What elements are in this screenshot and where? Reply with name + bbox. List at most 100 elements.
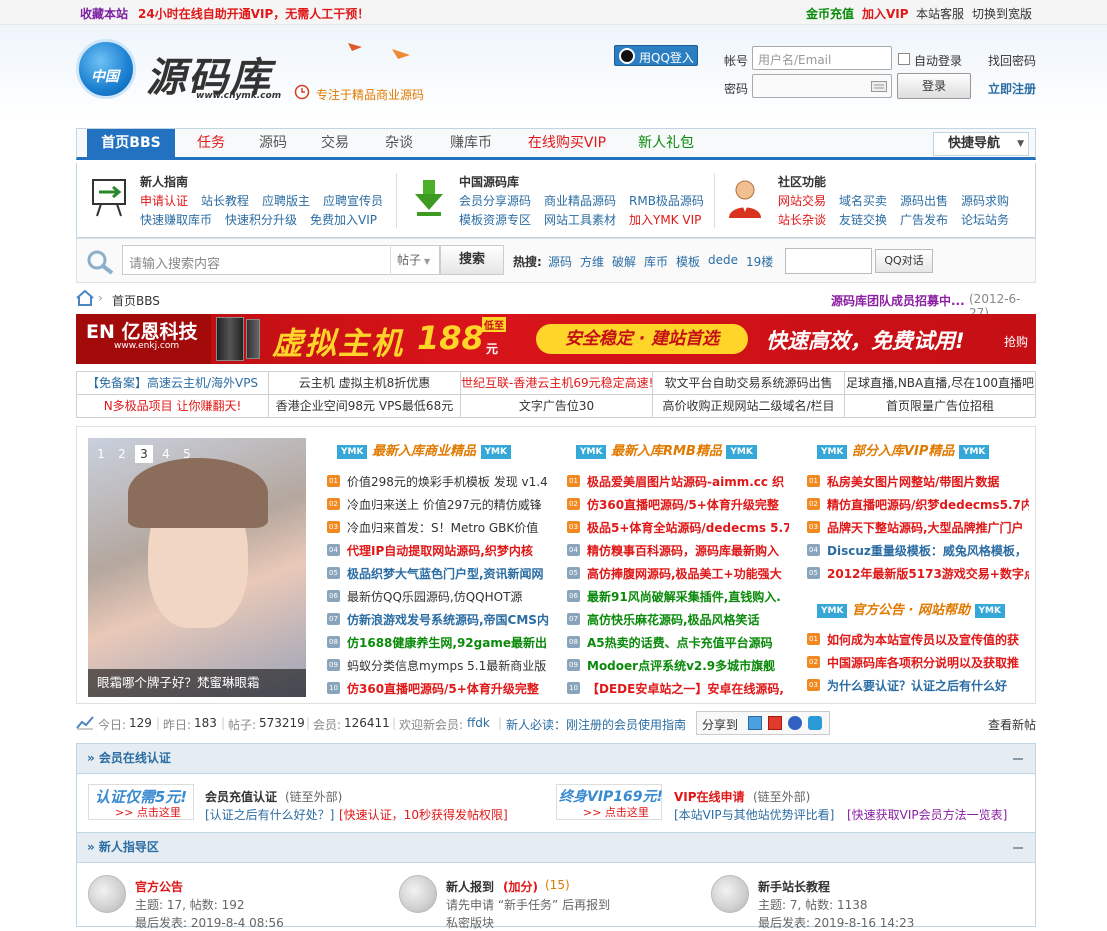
text-ad[interactable]: 软文平台自助交易系统源码出售	[653, 372, 845, 395]
search-type-select[interactable]: 帖子 ▼	[390, 245, 440, 275]
resource-title[interactable]: A5热卖的话费、点卡充值平台源码	[587, 634, 773, 651]
resource-list-item[interactable]: 07 仿新浪游戏发号系统源码,帝国CMS内	[327, 610, 549, 630]
keyboard-icon[interactable]	[871, 81, 887, 92]
hot-keyword[interactable]: dede	[708, 253, 738, 267]
resource-list-item[interactable]: 10 【DEDE安卓站之一】安卓在线源码,	[567, 679, 789, 699]
qq-chat-button[interactable]: QQ对话	[875, 249, 933, 273]
resource-list-item[interactable]: 03 冷血归来首发：S！Metro GBK价值	[327, 518, 549, 538]
slider-page[interactable]: 5	[178, 445, 196, 463]
account-input[interactable]: 用户名/Email	[752, 46, 892, 70]
text-ad[interactable]: 高价收购正规网站二级域名/栏目	[653, 395, 845, 418]
search-button[interactable]: 搜索	[440, 245, 504, 275]
forum-checkin-link[interactable]: 新人报到	[446, 878, 494, 895]
template-zone-link[interactable]: 模板资源专区	[459, 211, 531, 228]
cert-benefits-link[interactable]: [认证之后有什么好处？]	[205, 806, 334, 823]
resource-list-item[interactable]: 03 品牌天下整站源码,大型品牌推广门户	[807, 518, 1029, 538]
resource-title[interactable]: 冷血归来送上 价值297元的精仿威锋	[347, 496, 542, 513]
resource-list-item[interactable]: 01 价值298元的焕彩手机模板 发现 v1.4	[327, 472, 549, 492]
web-tools-link[interactable]: 网站工具素材	[544, 211, 616, 228]
join-vip-link[interactable]: 加入VIP	[862, 5, 909, 22]
rmb-source-link[interactable]: RMB极品源码	[629, 192, 704, 209]
cert-ad-image[interactable]: 认证仅需5元! >> 点击这里	[88, 784, 194, 820]
resource-title[interactable]: 代理IP自动提取网站源码,织梦内核	[347, 542, 533, 559]
password-input[interactable]	[752, 74, 892, 98]
notice-link[interactable]: 源码库团队成员招募中...	[831, 292, 965, 309]
slider-page[interactable]: 1	[92, 445, 110, 463]
vip-open-link[interactable]: 24小时在线自助开通VIP，无需人工干预！	[138, 5, 369, 22]
resource-list-item[interactable]: 02 仿360直播吧源码/5+体育升级完整	[567, 495, 789, 515]
apply-moderator-link[interactable]: 应聘版主	[262, 192, 310, 209]
section-header[interactable]: » 新人指导区	[77, 833, 1035, 863]
resource-list-item[interactable]: 09 Modoer点评系统v2.9多城市旗舰	[567, 656, 789, 676]
apply-promoter-link[interactable]: 应聘宣传员	[323, 192, 383, 209]
resource-list-item[interactable]: 08 A5热卖的话费、点卡充值平台源码	[567, 633, 789, 653]
site-trade-link[interactable]: 网站交易	[778, 192, 826, 209]
image-slider[interactable]: 1 2 3 4 5 眼霜哪个牌子好？梵蜜琳眼霜	[88, 438, 306, 697]
hot-keyword[interactable]: 源码	[548, 253, 572, 270]
auto-login-checkbox[interactable]	[898, 53, 910, 65]
forum-last-post[interactable]: 最后发表: 2019-8-16 14:23	[758, 914, 914, 931]
nav-buy-vip[interactable]: 在线购买VIP	[519, 129, 615, 158]
resource-title[interactable]: 极品织梦大气蓝色门户型,资讯新闻网	[347, 565, 544, 582]
forum-announcement-link[interactable]: 官方公告	[135, 878, 183, 895]
view-new-posts-link[interactable]: 查看新帖	[988, 716, 1036, 733]
share-baidu-icon[interactable]	[788, 716, 802, 730]
resource-list-item[interactable]: 08 仿1688健康养生网,92game最新出	[327, 633, 549, 653]
text-ad[interactable]: 云主机 虚拟主机8折优惠	[269, 372, 461, 395]
resource-title[interactable]: 冷血归来首发：S！Metro GBK价值	[347, 519, 538, 536]
logo-icon[interactable]: 中国	[76, 39, 136, 99]
resource-title[interactable]: 如何成为本站宣传员以及宣传值的获	[827, 631, 1019, 648]
resource-title[interactable]: 仿新浪游戏发号系统源码,帝国CMS内	[347, 611, 549, 628]
breadcrumb-home[interactable]: 首页BBS	[112, 292, 160, 309]
resource-list-item[interactable]: 04 精仿糗事百科源码，源码库最新购入	[567, 541, 789, 561]
resource-title[interactable]: 为什么要认证？认证之后有什么好	[827, 677, 1007, 694]
slider-page[interactable]: 2	[113, 445, 131, 463]
resource-title[interactable]: 极品5+体育全站源码/dedecms 5.7	[587, 519, 789, 536]
link-exchange-link[interactable]: 友链交换	[839, 211, 887, 228]
new-member-link[interactable]: ffdk	[467, 716, 490, 730]
quick-nav-dropdown[interactable]: 快捷导航 ▼	[933, 132, 1029, 156]
slider-page-active[interactable]: 3	[135, 445, 153, 463]
resource-title[interactable]: Discuz重量级模板：威兔风格模板，	[827, 542, 1027, 559]
collapse-icon[interactable]	[1013, 847, 1023, 849]
resource-list-item[interactable]: 04 代理IP自动提取网站源码,织梦内核	[327, 541, 549, 561]
resource-title[interactable]: 精仿直播吧源码/织梦dedecms5.7内	[827, 496, 1029, 513]
resource-list-item[interactable]: 07 高仿快乐麻花源码,极品风格笑话	[567, 610, 789, 630]
nav-source[interactable]: 源码	[245, 129, 301, 158]
forum-icon[interactable]	[399, 875, 437, 913]
qq-login-button[interactable]: 用QQ登入	[614, 45, 698, 66]
resource-list-item[interactable]: 03 极品5+体育全站源码/dedecms 5.7	[567, 518, 789, 538]
resource-title[interactable]: 价值298元的焕彩手机模板 发现 v1.4	[347, 473, 548, 490]
earn-coins-link[interactable]: 快速赚取库币	[140, 211, 212, 228]
webmaster-chat-link[interactable]: 站长杂谈	[778, 211, 826, 228]
nav-trade[interactable]: 交易	[307, 129, 363, 158]
gold-recharge-link[interactable]: 金币充值	[806, 5, 854, 22]
switch-width-link[interactable]: 切换到宽版	[972, 5, 1032, 22]
source-request-link[interactable]: 源码求购	[961, 192, 1009, 209]
resource-title[interactable]: 2012年最新版5173游戏交易+数字点	[827, 565, 1029, 582]
member-recharge-link[interactable]: 会员充值认证	[205, 788, 277, 805]
vip-apply-link[interactable]: VIP在线申请	[674, 788, 745, 805]
resource-list-item[interactable]: 06 最新91风尚破解采集插件,直钱购入.	[567, 587, 789, 607]
nav-chat[interactable]: 杂谈	[371, 129, 427, 158]
resource-title[interactable]: 最新仿QQ乐园源码,仿QQHOT源	[347, 588, 522, 605]
forum-tutorial-link[interactable]: 新手站长教程	[758, 878, 830, 895]
text-ad[interactable]: 首页限量广告位招租	[845, 395, 1035, 418]
resource-list-item[interactable]: 01 私房美女图片网整站/带图片数据	[807, 472, 1029, 492]
resource-list-item[interactable]: 03 为什么要认证？认证之后有什么好	[807, 676, 1029, 696]
forum-icon[interactable]	[711, 875, 749, 913]
must-read-link[interactable]: 刚注册的会员使用指南	[566, 716, 686, 733]
resource-title[interactable]: 仿1688健康养生网,92game最新出	[347, 634, 547, 651]
share-qzone-icon[interactable]	[748, 716, 762, 730]
resource-list-item[interactable]: 10 仿360直播吧源码/5+体育升级完整	[327, 679, 549, 699]
resource-title[interactable]: 品牌天下整站源码,大型品牌推广门户	[827, 519, 1024, 536]
share-weibo-icon[interactable]	[768, 716, 782, 730]
vip-compare-link[interactable]: [本站VIP与其他站优势评比看]	[674, 806, 834, 823]
slider-page[interactable]: 4	[157, 445, 175, 463]
level-up-link[interactable]: 快速积分升级	[225, 211, 297, 228]
nav-home[interactable]: 首页BBS	[87, 129, 175, 158]
nav-task[interactable]: 任务	[183, 129, 239, 158]
quick-cert-link[interactable]: [快速认证，10秒获得发帖权限]	[339, 806, 508, 823]
resource-title[interactable]: 中国源码库各项积分说明以及获取推	[827, 654, 1019, 671]
hosting-banner[interactable]: EN 亿恩科技 www.enkj.com 虚拟主机 188 低至 元 安全稳定 …	[76, 314, 1036, 364]
